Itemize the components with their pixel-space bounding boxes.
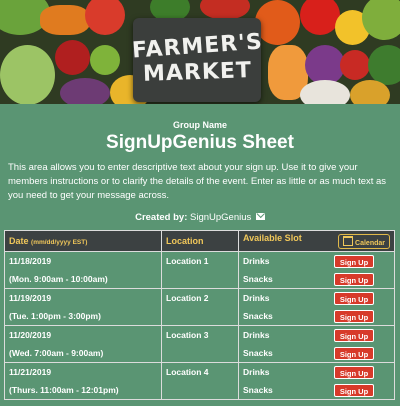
signup-button[interactable]: Sign Up bbox=[334, 365, 374, 379]
date-cell: 11/19/2019 (Tue. 1:00pm - 3:00pm) bbox=[4, 288, 162, 326]
slot-name: Snacks bbox=[243, 274, 273, 284]
date-cell: 11/20/2019 (Wed. 7:00am - 9:00am) bbox=[4, 325, 162, 363]
slot-cell: Drinks Sign Up Snacks Sign Up bbox=[238, 251, 395, 289]
chalkboard-sign: FARMER'S MARKET bbox=[131, 18, 263, 102]
signup-button[interactable]: Sign Up bbox=[334, 272, 374, 286]
slot-item: Snacks Sign Up bbox=[243, 381, 390, 399]
header-location: Location bbox=[161, 230, 239, 252]
calendar-button[interactable]: Calendar bbox=[338, 234, 390, 249]
location-cell: Location 4 bbox=[161, 362, 239, 400]
slot-item: Snacks Sign Up bbox=[243, 344, 390, 362]
slot-cell: Drinks Sign Up Snacks Sign Up bbox=[238, 288, 395, 326]
slot-item: Drinks Sign Up bbox=[243, 326, 390, 344]
table-row: 11/18/2019 (Mon. 9:00am - 10:00am) Locat… bbox=[4, 251, 395, 289]
row-time: (Thurs. 11:00am - 12:01pm) bbox=[9, 385, 119, 395]
location-cell: Location 2 bbox=[161, 288, 239, 326]
signup-button[interactable]: Sign Up bbox=[334, 254, 374, 268]
slot-cell: Drinks Sign Up Snacks Sign Up bbox=[238, 362, 395, 400]
date-cell: 11/21/2019 (Thurs. 11:00am - 12:01pm) bbox=[4, 362, 162, 400]
row-date: 11/21/2019 bbox=[9, 367, 52, 377]
slot-item: Drinks Sign Up bbox=[243, 363, 390, 381]
row-location: Location 4 bbox=[166, 367, 209, 377]
created-by: Created by: SignUpGenius bbox=[0, 212, 400, 223]
row-location: Location 1 bbox=[166, 256, 209, 266]
row-date: 11/20/2019 bbox=[9, 330, 52, 340]
signup-button[interactable]: Sign Up bbox=[334, 383, 374, 397]
header-date: Date (mm/dd/yyyy EST) bbox=[4, 230, 162, 252]
slot-item: Drinks Sign Up bbox=[243, 252, 390, 270]
sign-line-2: MARKET bbox=[142, 58, 252, 87]
header-date-label: Date bbox=[9, 236, 29, 246]
slot-name: Drinks bbox=[243, 256, 270, 266]
calendar-icon bbox=[343, 236, 354, 246]
slot-item: Snacks Sign Up bbox=[243, 307, 390, 325]
table-row: 11/19/2019 (Tue. 1:00pm - 3:00pm) Locati… bbox=[4, 288, 395, 326]
signup-button[interactable]: Sign Up bbox=[334, 291, 374, 305]
header-date-format: (mm/dd/yyyy EST) bbox=[31, 239, 88, 246]
signup-button[interactable]: Sign Up bbox=[334, 309, 374, 323]
table-row: 11/21/2019 (Thurs. 11:00am - 12:01pm) Lo… bbox=[4, 362, 395, 400]
location-cell: Location 3 bbox=[161, 325, 239, 363]
table-header-row: Date (mm/dd/yyyy EST) Location Available… bbox=[4, 230, 395, 252]
row-time: (Tue. 1:00pm - 3:00pm) bbox=[9, 311, 101, 321]
header-slot-label: Available Slot bbox=[243, 233, 302, 243]
page-title: SignUpGenius Sheet bbox=[106, 132, 294, 153]
slot-name: Drinks bbox=[243, 293, 270, 303]
creator-name: SignUpGenius bbox=[190, 212, 252, 223]
created-by-label: Created by: bbox=[135, 212, 188, 223]
farmers-market-banner: FARMER'S MARKET bbox=[0, 0, 400, 104]
description-text: This area allows you to enter descriptiv… bbox=[8, 162, 387, 201]
signup-table: Date (mm/dd/yyyy EST) Location Available… bbox=[4, 230, 395, 400]
signup-button[interactable]: Sign Up bbox=[334, 328, 374, 342]
group-name: Group Name bbox=[172, 120, 227, 130]
slot-name: Snacks bbox=[243, 348, 273, 358]
slot-name: Drinks bbox=[243, 367, 270, 377]
slot-name: Drinks bbox=[243, 330, 270, 340]
table-row: 11/20/2019 (Wed. 7:00am - 9:00am) Locati… bbox=[4, 325, 395, 363]
row-time: (Wed. 7:00am - 9:00am) bbox=[9, 348, 104, 358]
location-cell: Location 1 bbox=[161, 251, 239, 289]
slot-item: Drinks Sign Up bbox=[243, 289, 390, 307]
slot-item: Snacks Sign Up bbox=[243, 270, 390, 288]
row-location: Location 2 bbox=[166, 293, 209, 303]
slot-name: Snacks bbox=[243, 385, 273, 395]
envelope-icon[interactable] bbox=[255, 213, 265, 220]
calendar-button-label: Calendar bbox=[355, 240, 385, 247]
row-date: 11/18/2019 bbox=[9, 256, 52, 266]
header-slot: Available Slot Calendar bbox=[238, 230, 395, 252]
date-cell: 11/18/2019 (Mon. 9:00am - 10:00am) bbox=[4, 251, 162, 289]
slot-name: Snacks bbox=[243, 311, 273, 321]
row-date: 11/19/2019 bbox=[9, 293, 52, 303]
slot-cell: Drinks Sign Up Snacks Sign Up bbox=[238, 325, 395, 363]
row-time: (Mon. 9:00am - 10:00am) bbox=[9, 274, 108, 284]
row-location: Location 3 bbox=[166, 330, 209, 340]
signup-button[interactable]: Sign Up bbox=[334, 346, 374, 360]
